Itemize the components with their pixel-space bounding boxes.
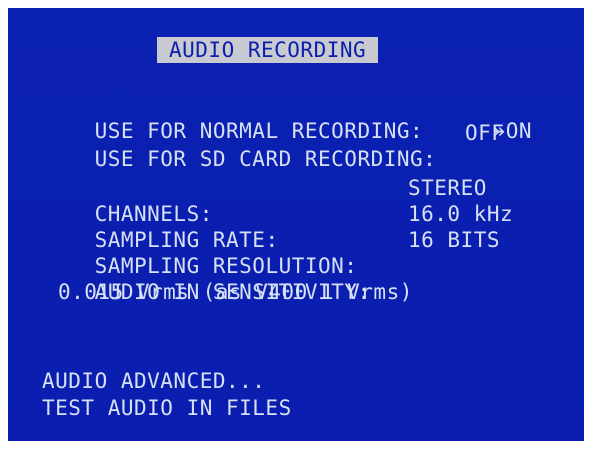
normal-recording-option[interactable]: USE FOR NORMAL RECORDING: [42,92,423,143]
audio-advanced-menu-item[interactable]: AUDIO ADVANCED... [42,368,265,394]
sampling-resolution-option[interactable]: SAMPLING RESOLUTION: [42,227,357,278]
osd-screen: AUDIO RECORDING USE FOR NORMAL RECORDING… [8,8,584,441]
test-audio-in-files-menu-item[interactable]: TEST AUDIO IN FILES [42,395,292,421]
sd-card-recording-option[interactable]: USE FOR SD CARD RECORDING: [42,120,436,171]
sd-card-recording-value[interactable]: OFF [465,120,504,146]
channels-option[interactable]: CHANNELS: [42,175,213,226]
audio-in-sensitivity-value[interactable]: 0.015 Vrms (as V400 1 Vrms) [58,279,413,305]
channels-value[interactable]: STEREO [408,175,487,201]
sd-card-recording-label: USE FOR SD CARD RECORDING: [94,147,437,171]
page-title: AUDIO RECORDING [157,37,379,63]
sampling-rate-value[interactable]: 16.0 kHz [408,201,513,227]
normal-recording-value-group[interactable]: »ON [440,92,532,143]
sampling-rate-option[interactable]: SAMPLING RATE: [42,201,279,252]
sampling-resolution-value[interactable]: 16 BITS [408,227,500,253]
normal-recording-value: ON [505,119,533,143]
audio-in-sensitivity-option[interactable]: AUDIO IN SENSITIVITY: [42,253,371,304]
